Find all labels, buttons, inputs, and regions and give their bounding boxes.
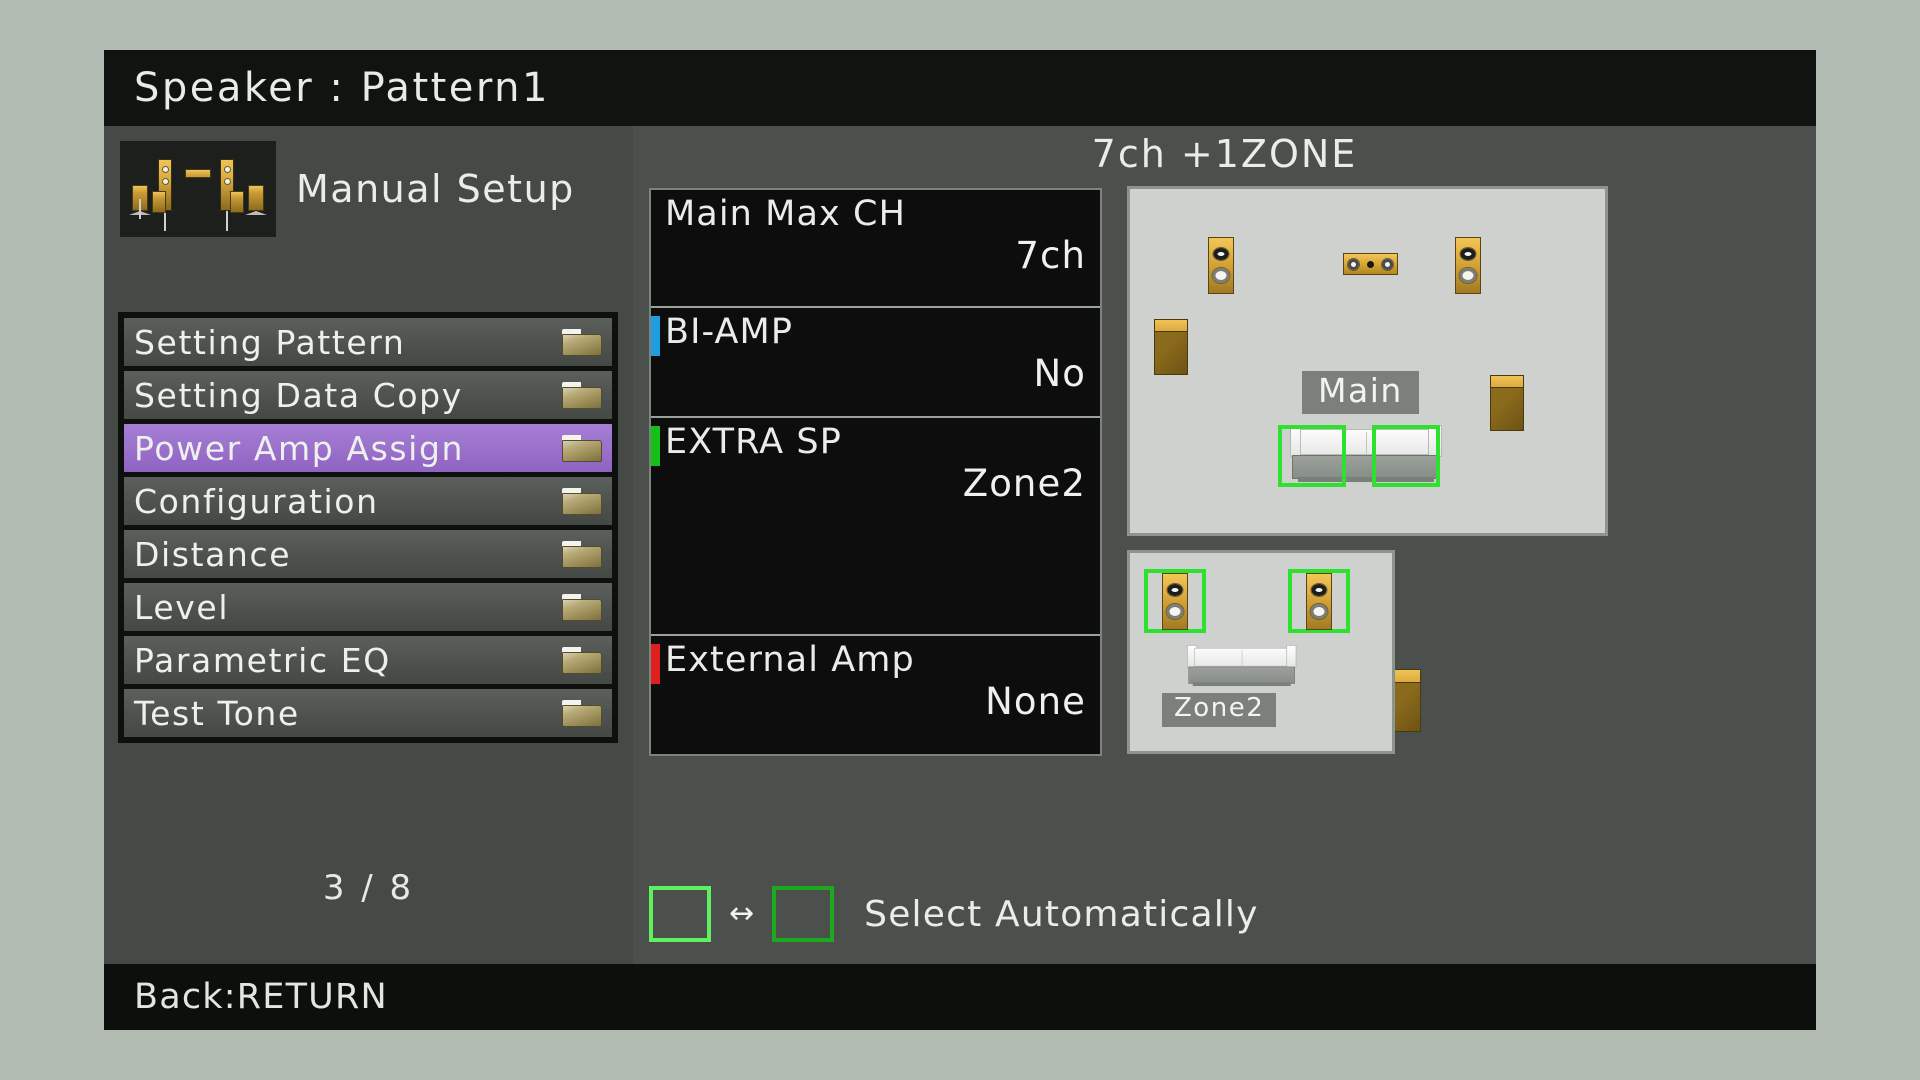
menu-item-parametric-eq[interactable]: Parametric EQ <box>124 636 612 684</box>
page-title: Speaker : Pattern1 <box>134 65 550 111</box>
menu-item-setting-data-copy[interactable]: Setting Data Copy <box>124 371 612 419</box>
title-bar: Speaker : Pattern1 <box>104 50 1816 126</box>
speaker-center <box>1343 253 1398 275</box>
menu-item-power-amp-assign[interactable]: Power Amp Assign <box>124 424 612 472</box>
speaker-front-right <box>1455 237 1481 294</box>
setting-row-external-amp[interactable]: External Amp None <box>651 634 1100 754</box>
swap-arrows-icon: ↔ <box>729 896 755 931</box>
setting-value: None <box>985 680 1086 724</box>
speaker-zone2-right <box>1306 573 1332 630</box>
menu-item-setting-pattern[interactable]: Setting Pattern <box>124 318 612 366</box>
speaker-surround-left <box>1154 319 1188 375</box>
main-panel: 7ch +1ZONE Main Max CH 7ch BI-AMP No EXT… <box>633 126 1816 964</box>
menu-item-label: Configuration <box>134 481 379 521</box>
footer-bar: Back:RETURN <box>104 964 1816 1030</box>
speaker-zone2-left <box>1162 573 1188 630</box>
speaker-layout-icon <box>120 141 276 237</box>
osd-screen: Speaker : Pattern1 Manual Setup Setting … <box>104 50 1816 1030</box>
folder-icon <box>562 381 602 409</box>
setting-row-main-max-ch[interactable]: Main Max CH 7ch <box>651 190 1100 306</box>
setting-name: BI-AMP <box>665 312 794 352</box>
settings-menu: Setting Pattern Setting Data Copy Power … <box>118 312 618 743</box>
setting-value: Zone2 <box>962 462 1086 506</box>
row-tag-green <box>651 426 660 466</box>
manual-setup-header: Manual Setup <box>104 126 633 237</box>
menu-item-test-tone[interactable]: Test Tone <box>124 689 612 737</box>
menu-item-label: Distance <box>134 534 292 574</box>
menu-item-label: Setting Data Copy <box>134 375 463 415</box>
menu-item-label: Level <box>134 587 230 627</box>
assign-summary: 7ch +1ZONE <box>1091 132 1358 176</box>
setting-value: No <box>1033 352 1086 396</box>
setting-name: EXTRA SP <box>665 422 842 462</box>
setting-value: 7ch <box>1015 234 1086 278</box>
content-area: Manual Setup Setting Pattern Setting Dat… <box>104 126 1816 964</box>
folder-icon <box>562 699 602 727</box>
menu-item-label: Parametric EQ <box>134 640 391 680</box>
setting-row-bi-amp[interactable]: BI-AMP No <box>651 306 1100 416</box>
legend-box-dark-green <box>772 886 835 942</box>
folder-icon <box>562 434 602 462</box>
power-amp-settings-list: Main Max CH 7ch BI-AMP No EXTRA SP Zone2… <box>649 188 1102 756</box>
folder-icon <box>562 487 602 515</box>
zone2-label: Zone2 <box>1162 693 1277 727</box>
menu-item-configuration[interactable]: Configuration <box>124 477 612 525</box>
menu-item-label: Power Amp Assign <box>134 428 465 468</box>
folder-icon <box>562 593 602 621</box>
back-hint: Back:RETURN <box>134 977 388 1017</box>
row-tag-blue <box>651 316 660 356</box>
highlight-surround-back-right <box>1372 425 1440 487</box>
main-zone-label: Main <box>1302 371 1419 414</box>
speaker-front-left <box>1208 237 1234 294</box>
setting-row-extra-sp[interactable]: EXTRA SP Zone2 <box>651 416 1100 634</box>
setting-name: Main Max CH <box>665 194 907 234</box>
main-room-diagram: Main <box>1127 186 1608 732</box>
folder-icon <box>562 540 602 568</box>
manual-setup-label: Manual Setup <box>296 167 575 211</box>
legend-box-bright-green <box>649 886 711 942</box>
menu-item-level[interactable]: Level <box>124 583 612 631</box>
menu-item-label: Test Tone <box>134 693 300 733</box>
page-indicator: 3 / 8 <box>322 868 415 908</box>
sidebar: Manual Setup Setting Pattern Setting Dat… <box>104 126 633 964</box>
folder-icon <box>562 646 602 674</box>
folder-icon <box>562 328 602 356</box>
zone2-room-diagram: Zone2 <box>1127 550 1395 754</box>
highlight-surround-back-left <box>1278 425 1346 487</box>
setting-name: External Amp <box>665 640 915 680</box>
row-tag-red <box>651 644 660 684</box>
legend-row: ↔ Select Automatically <box>649 886 1259 942</box>
zone2-sofa <box>1187 645 1297 688</box>
row-tag <box>651 198 660 238</box>
menu-item-label: Setting Pattern <box>134 322 406 362</box>
speaker-surround-back-right <box>1391 669 1421 732</box>
legend-text: Select Automatically <box>864 893 1259 935</box>
speaker-surround-right <box>1490 375 1524 431</box>
menu-item-distance[interactable]: Distance <box>124 530 612 578</box>
